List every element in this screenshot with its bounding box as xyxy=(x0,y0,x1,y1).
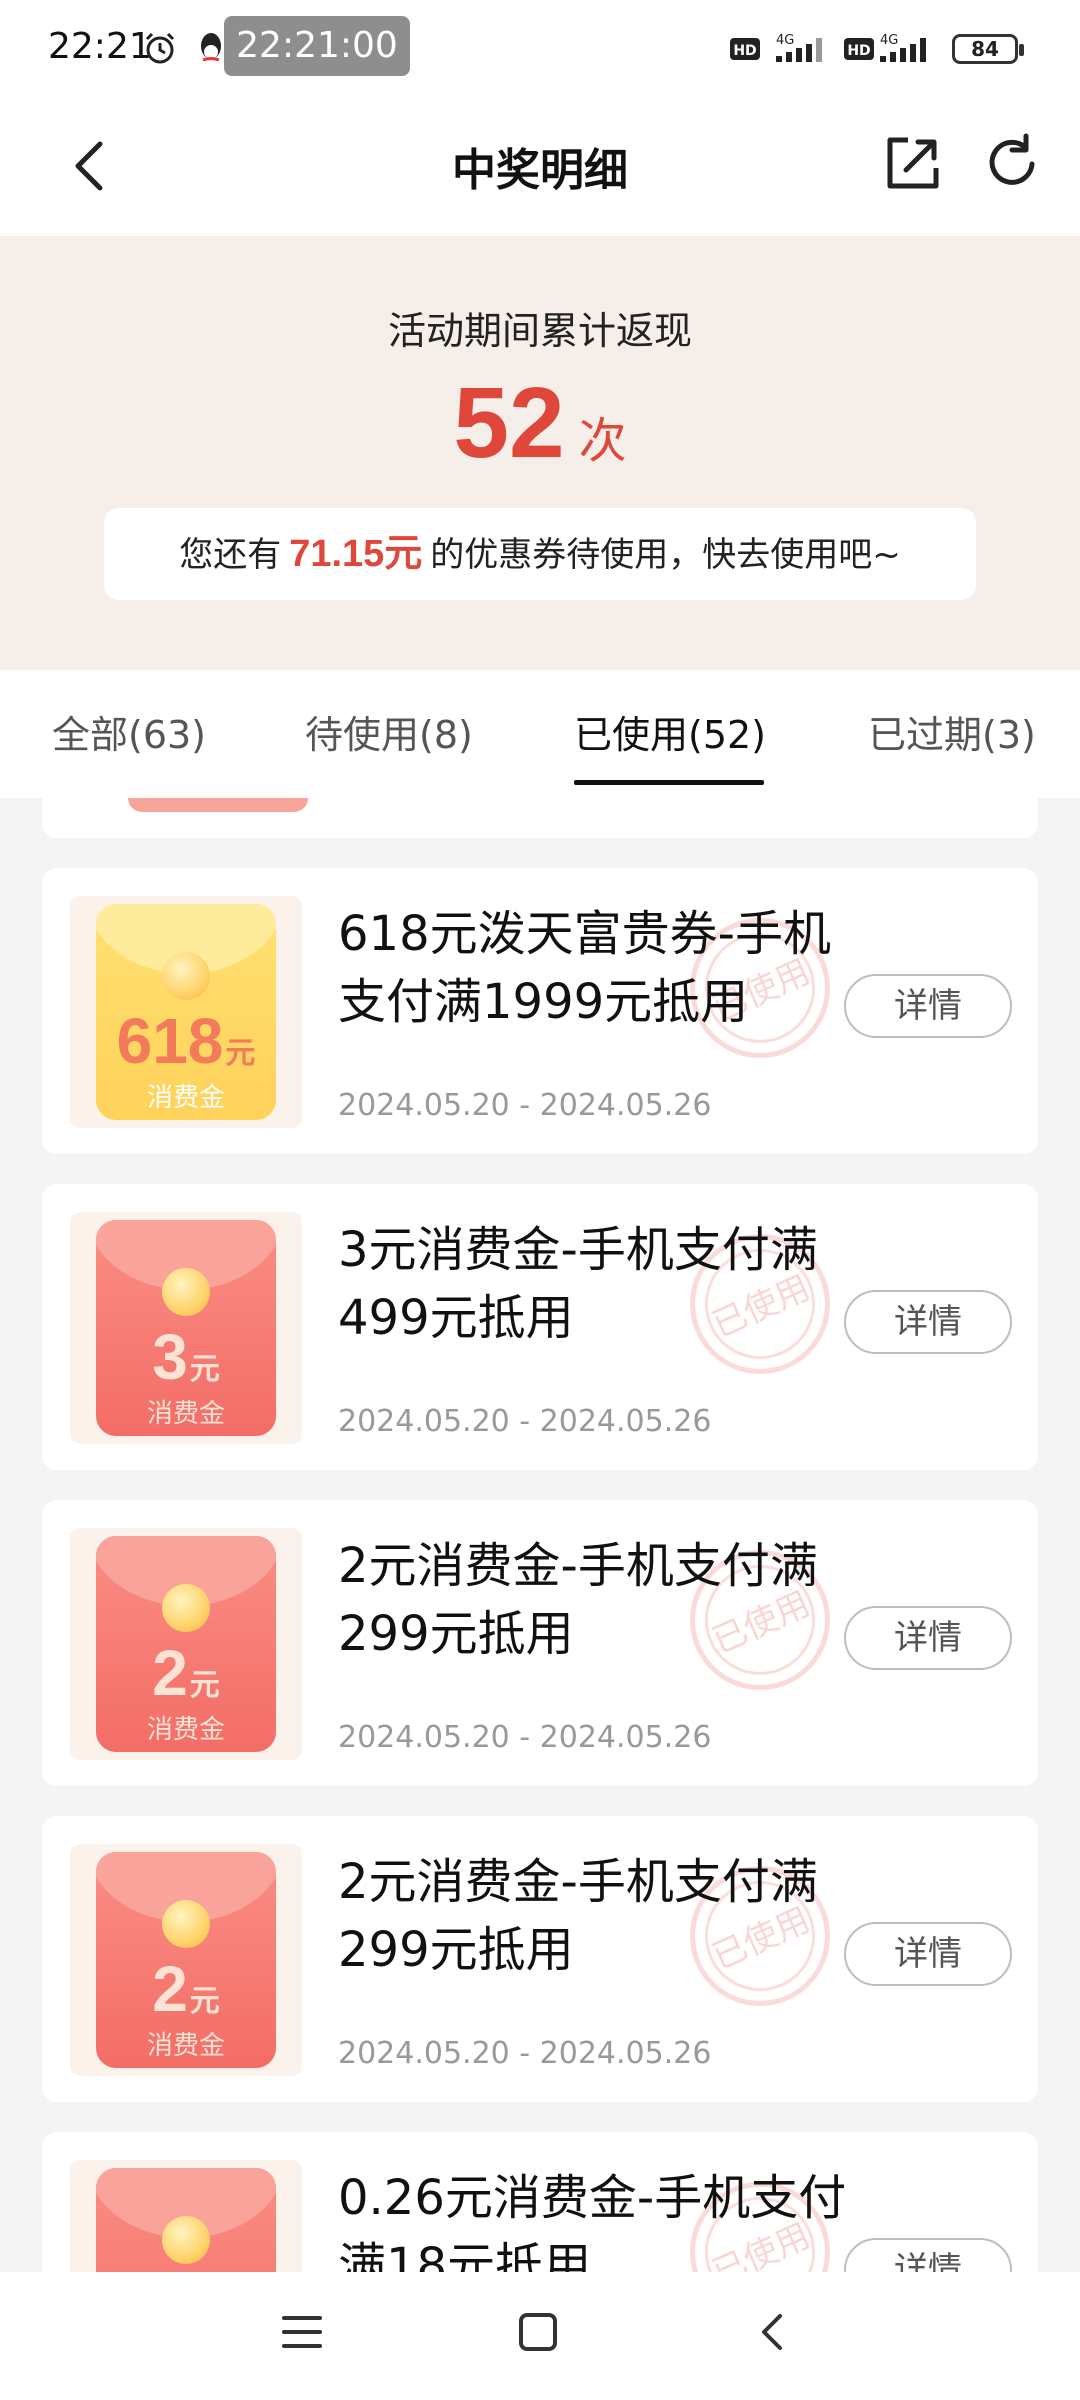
notice-suffix: 的优惠券待使用，快去使用吧~ xyxy=(430,535,901,575)
detail-button[interactable]: 详情 xyxy=(844,1922,1012,1986)
coupon-amount: 2 xyxy=(152,1953,188,2025)
coupon-unit: 元 xyxy=(189,1985,220,2018)
share-icon[interactable] xyxy=(882,132,944,194)
coupon-image: 2元 消费金 xyxy=(70,1844,302,2076)
detail-button[interactable]: 详情 xyxy=(844,2238,1012,2272)
coupon-dates: 2024.05.20 - 2024.05.26 xyxy=(338,2036,712,2071)
coupon-unit: 元 xyxy=(189,1669,220,1702)
system-nav-bar xyxy=(0,2272,1080,2400)
coupon-title: 3元消费金-手机支付满499元抵用 xyxy=(338,1222,818,1346)
coupon-title: 618元泼天富贵券-手机支付满1999元抵用 xyxy=(338,906,831,1030)
menu-icon[interactable] xyxy=(282,2312,322,2352)
coupon-title: 2元消费金-手机支付满299元抵用 xyxy=(338,1538,818,1662)
net2-hd: HD xyxy=(847,43,870,59)
coupon-card: 已使用 0.26元消费金-手机支付满18元抵用 详情 xyxy=(42,2132,1038,2272)
detail-button[interactable]: 详情 xyxy=(844,974,1012,1038)
list-item-partial xyxy=(42,798,1038,838)
tab-used[interactable]: 已使用(52) xyxy=(574,704,766,759)
net1-type: 4G xyxy=(776,33,794,48)
coin-icon xyxy=(162,1900,210,1948)
coupon-tag: 消费金 xyxy=(146,2031,225,2061)
envelope-icon: 2元 消费金 xyxy=(96,1536,276,1752)
coupon-notice[interactable]: 您还有 71.15元 的优惠券待使用，快去使用吧~ xyxy=(104,508,976,600)
coupon-image: 618元 消费金 xyxy=(70,896,302,1128)
coupon-image: 3元 消费金 xyxy=(70,1212,302,1444)
envelope-edge xyxy=(128,798,308,812)
net1-hd: HD xyxy=(733,43,756,59)
coupon-card: 2元 消费金 已使用 2元消费金-手机支付满299元抵用 2024.05.20 … xyxy=(42,1500,1038,1786)
coupon-dates: 2024.05.20 - 2024.05.26 xyxy=(338,1404,712,1439)
coupon-tag: 消费金 xyxy=(146,1715,225,1745)
coupon-card: 2元 消费金 已使用 2元消费金-手机支付满299元抵用 2024.05.20 … xyxy=(42,1816,1038,2102)
envelope-icon: 2元 消费金 xyxy=(96,1852,276,2068)
notice-prefix: 您还有 xyxy=(179,535,282,575)
coupon-title: 2元消费金-手机支付满299元抵用 xyxy=(338,1854,818,1978)
coupon-image: 2元 消费金 xyxy=(70,1528,302,1760)
tab-active-indicator xyxy=(574,780,764,785)
status-bar: 22:21 22:21:00 HD 4G HD 4G 84 xyxy=(0,0,1080,96)
signal-icon: HD 4G xyxy=(730,33,822,62)
coupon-dates: 2024.05.20 - 2024.05.26 xyxy=(338,1088,712,1123)
tab-expired[interactable]: 已过期(3) xyxy=(868,704,1036,759)
net2-type: 4G xyxy=(880,33,898,48)
coupon-list[interactable]: 618元 消费金 已使用 618元泼天富贵券-手机支付满1999元抵用 2024… xyxy=(0,798,1080,2272)
summary-label: 活动期间累计返现 xyxy=(387,309,692,353)
coupon-card: 618元 消费金 已使用 618元泼天富贵券-手机支付满1999元抵用 2024… xyxy=(42,868,1038,1154)
detail-button[interactable]: 详情 xyxy=(844,1606,1012,1670)
summary-count-unit: 次 xyxy=(578,413,627,469)
coin-icon xyxy=(162,2216,210,2264)
coupon-amount: 618 xyxy=(116,1005,224,1077)
nav-header: 中奖明细 xyxy=(0,96,1080,236)
summary-panel: 活动期间累计返现 52 次 您还有 71.15元 的优惠券待使用，快去使用吧~ xyxy=(0,236,1080,670)
coupon-card: 3元 消费金 已使用 3元消费金-手机支付满499元抵用 2024.05.20 … xyxy=(42,1184,1038,1470)
coupon-unit: 元 xyxy=(225,1037,256,1070)
coin-icon xyxy=(162,1584,210,1632)
status-time: 22:21 xyxy=(48,26,152,67)
coin-icon xyxy=(162,952,210,1000)
filter-tabs: 全部(63) 待使用(8) 已使用(52) 已过期(3) xyxy=(0,670,1080,798)
tab-all[interactable]: 全部(63) xyxy=(52,704,206,759)
coupon-tag: 消费金 xyxy=(146,1083,225,1113)
coupon-image xyxy=(70,2160,302,2272)
battery-icon: 84 xyxy=(952,34,1024,64)
envelope-icon: 618元 消费金 xyxy=(96,904,276,1120)
coin-icon xyxy=(162,1268,210,1316)
summary-count-number: 52 xyxy=(453,367,565,479)
clock-overlay: 22:21:00 xyxy=(224,16,410,76)
coupon-amount: 2 xyxy=(152,1637,188,1709)
signal-icon-2: HD 4G xyxy=(844,33,926,62)
envelope-icon xyxy=(96,2168,276,2272)
coupon-dates: 2024.05.20 - 2024.05.26 xyxy=(338,1720,712,1755)
qq-icon xyxy=(201,33,221,62)
coupon-tag: 消费金 xyxy=(146,1399,225,1429)
detail-button[interactable]: 详情 xyxy=(844,1290,1012,1354)
coupon-title: 0.26元消费金-手机支付满18元抵用 xyxy=(338,2170,847,2272)
coupon-unit: 元 xyxy=(189,1353,220,1386)
refresh-icon[interactable] xyxy=(982,132,1044,194)
back-nav-icon[interactable] xyxy=(752,2312,792,2352)
home-icon[interactable] xyxy=(518,2312,558,2352)
summary-count: 52 次 xyxy=(0,366,1080,481)
tab-pending[interactable]: 待使用(8) xyxy=(305,704,473,759)
notice-amount: 71.15元 xyxy=(289,533,423,575)
coupon-amount: 3 xyxy=(152,1321,188,1393)
envelope-icon: 3元 消费金 xyxy=(96,1220,276,1436)
alarm-icon xyxy=(145,32,175,64)
